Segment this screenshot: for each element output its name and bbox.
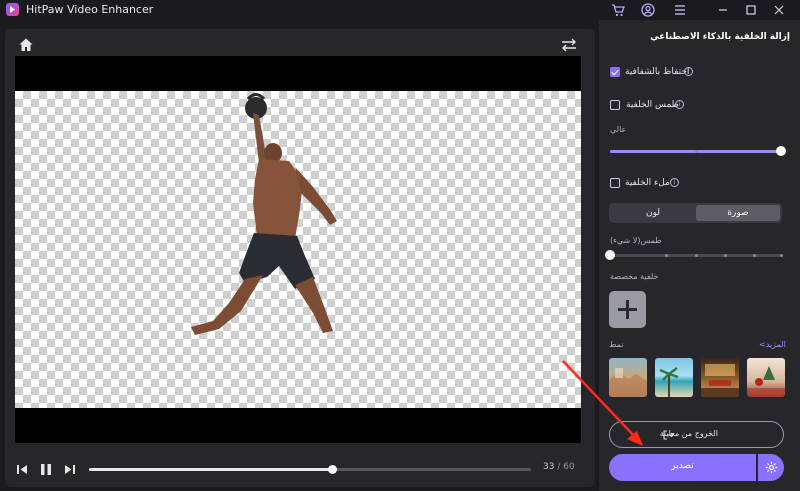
blur-level-label: عالي [610, 125, 627, 134]
slider-handle[interactable] [776, 146, 786, 156]
tab-image[interactable]: صورة [696, 205, 780, 221]
panel-title: إزالة الخلفية بالذكاء الاصطناعي [650, 32, 790, 42]
fill-blur-label: طمس(لا شيء) [610, 236, 662, 245]
style-thumbnail[interactable] [747, 358, 785, 397]
time-separator: / [554, 462, 564, 472]
slider-step [723, 254, 727, 257]
export-button[interactable]: تصدير [609, 454, 756, 481]
title-bar: HitPaw Video Enhancer [0, 0, 800, 20]
slider-step [694, 254, 698, 257]
blur-background-checkbox[interactable] [610, 100, 620, 110]
slider-step [752, 254, 756, 257]
minimize-icon[interactable] [714, 1, 732, 19]
app-logo-icon [6, 3, 19, 16]
info-icon[interactable]: i [675, 100, 684, 109]
exit-preview-label: الخروج من معاينة [659, 429, 718, 438]
preview-pane: 33 / 60 [5, 29, 595, 487]
fill-type-tabs: لون صورة [609, 203, 782, 223]
gear-icon [765, 461, 777, 474]
blur-background-label: طمس الخلفية [626, 100, 679, 110]
style-thumbnails [609, 358, 787, 398]
maximize-icon[interactable] [742, 1, 760, 19]
compare-icon[interactable] [560, 37, 578, 53]
fill-background-label: ملء الخلفية [625, 178, 670, 188]
style-thumbnail[interactable] [609, 358, 647, 397]
total-time: 60 [563, 462, 575, 472]
settings-panel: إزالة الخلفية بالذكاء الاصطناعي احتفاظ ب… [599, 20, 800, 491]
cart-icon[interactable] [609, 1, 627, 19]
style-label: نمط [609, 340, 624, 349]
previous-frame-icon[interactable] [15, 461, 31, 477]
account-icon[interactable] [639, 1, 657, 19]
subject-figure [191, 93, 337, 335]
timeline-slider[interactable] [89, 465, 531, 474]
info-icon[interactable]: i [670, 178, 679, 187]
video-preview[interactable] [15, 56, 581, 443]
export-label: تصدير [671, 461, 694, 471]
slider-step [694, 150, 698, 153]
exit-preview-button[interactable]: الخروج من معاينة [609, 421, 784, 448]
playback-controls: 33 / 60 [15, 459, 581, 481]
fill-background-checkbox[interactable] [610, 178, 620, 188]
slider-step [780, 254, 783, 257]
keep-transparency-label: احتفاظ بالشفافية [625, 67, 690, 77]
app-title: HitPaw Video Enhancer [26, 3, 154, 16]
menu-icon[interactable] [671, 1, 689, 19]
home-icon[interactable] [18, 37, 34, 53]
export-settings-button[interactable] [758, 454, 784, 481]
tab-color[interactable]: لون [611, 205, 695, 221]
pause-icon[interactable] [38, 461, 54, 477]
add-custom-background-button[interactable] [609, 291, 646, 328]
custom-background-label: خلفية مخصصة [610, 272, 659, 281]
style-thumbnail[interactable] [701, 358, 739, 397]
transparent-background [15, 91, 581, 408]
time-readout: 33 / 60 [543, 462, 575, 472]
style-thumbnail[interactable] [655, 358, 693, 397]
current-time: 33 [543, 462, 555, 472]
info-icon[interactable]: i [684, 67, 693, 76]
timeline-handle[interactable] [328, 465, 338, 474]
timeline-progress [89, 468, 333, 471]
keep-transparency-checkbox[interactable] [610, 67, 620, 77]
blur-level-slider[interactable] [610, 145, 786, 157]
fill-blur-slider[interactable] [605, 249, 783, 261]
next-frame-icon[interactable] [62, 461, 78, 477]
close-icon[interactable] [770, 1, 788, 19]
slider-handle[interactable] [605, 250, 615, 260]
more-link[interactable]: المزيد> [759, 340, 786, 349]
